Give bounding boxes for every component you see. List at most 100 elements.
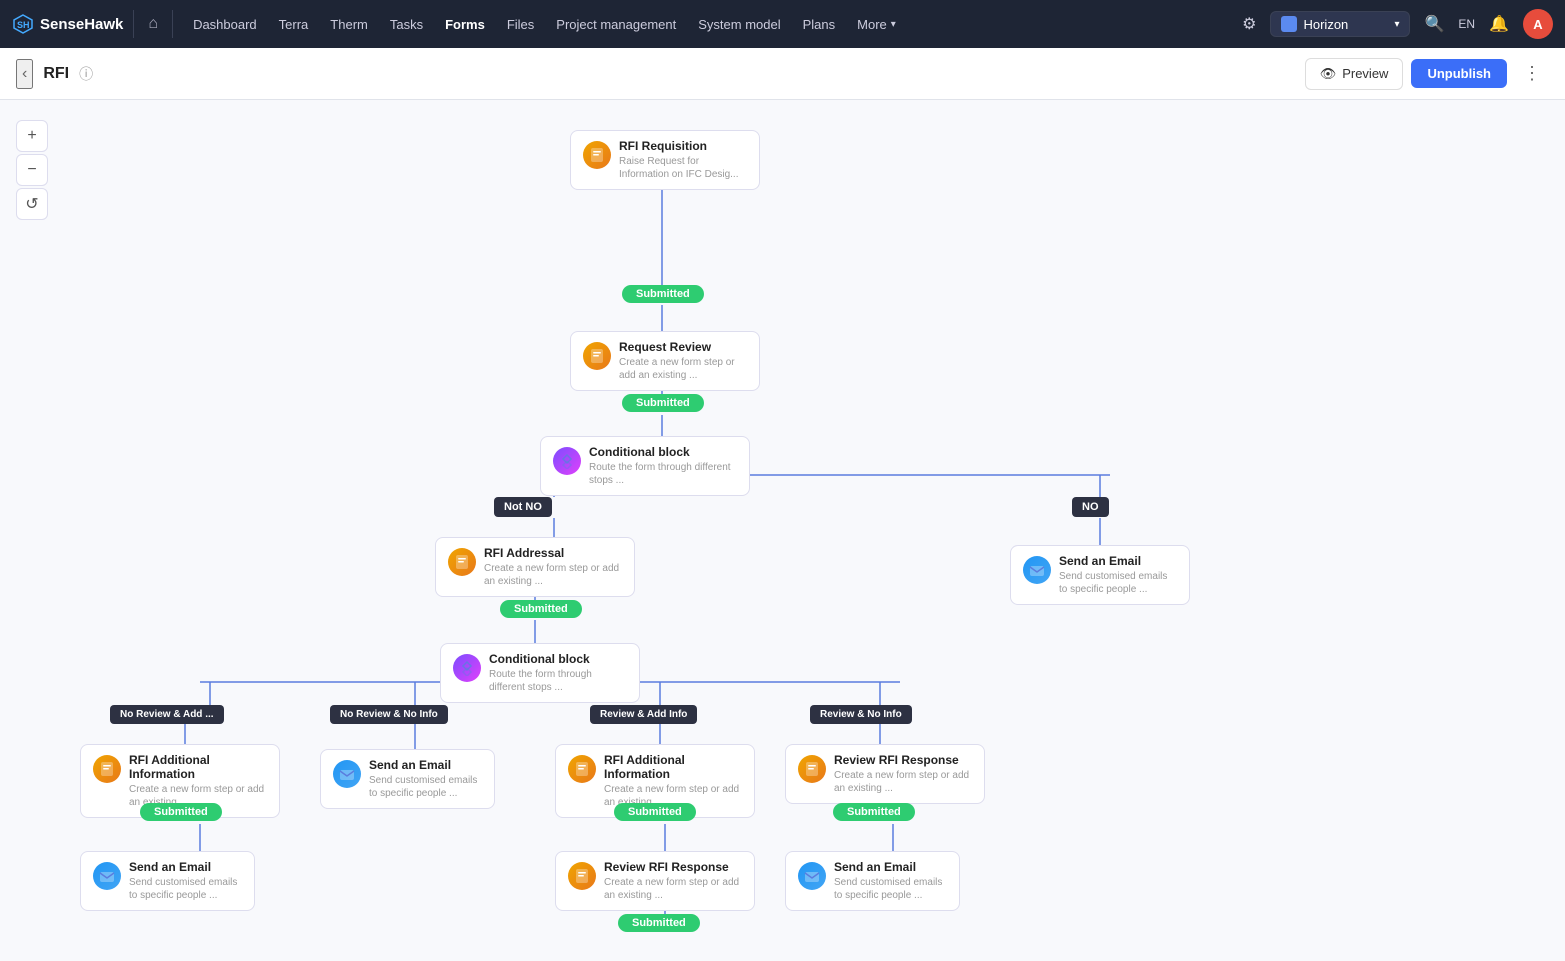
status-pill-submitted-3[interactable]: Submitted bbox=[500, 600, 582, 618]
cond-label-not-no[interactable]: Not NO bbox=[494, 497, 552, 517]
nav-right: ⚙ Horizon ▾ 🔍 EN 🔔 A bbox=[1236, 9, 1553, 39]
node-rfi-addressal[interactable]: RFI Addressal Create a new form step or … bbox=[435, 537, 635, 597]
eye-icon: 👁 bbox=[1320, 66, 1337, 82]
node-conditional-2[interactable]: Conditional block Route the form through… bbox=[440, 643, 640, 703]
node-content-13: Send an Email Send customised emails to … bbox=[834, 860, 947, 902]
nav-plans[interactable]: Plans bbox=[793, 11, 846, 38]
form-icon bbox=[583, 141, 611, 169]
node-content-8: Send an Email Send customised emails to … bbox=[369, 758, 482, 800]
node-desc-5: Send customised emails to specific peopl… bbox=[1059, 570, 1177, 596]
node-desc-3: Route the form through different stops .… bbox=[589, 461, 737, 487]
node-desc: Raise Request for Information on IFC Des… bbox=[619, 155, 747, 181]
search-icon[interactable]: 🔍 bbox=[1418, 10, 1450, 38]
info-icon[interactable]: ⓘ bbox=[79, 64, 93, 84]
node-send-email-2[interactable]: Send an Email Send customised emails to … bbox=[320, 749, 495, 809]
workspace-selector[interactable]: Horizon ▾ bbox=[1270, 11, 1410, 37]
status-pill-submitted-2[interactable]: Submitted bbox=[622, 394, 704, 412]
node-desc-11: Send customised emails to specific peopl… bbox=[129, 876, 242, 902]
form-icon-6 bbox=[798, 755, 826, 783]
nav-therm[interactable]: Therm bbox=[320, 11, 378, 38]
node-desc-8: Send customised emails to specific peopl… bbox=[369, 774, 482, 800]
node-content-2: Request Review Create a new form step or… bbox=[619, 340, 747, 382]
nav-tasks[interactable]: Tasks bbox=[380, 11, 433, 38]
language-badge[interactable]: EN bbox=[1458, 17, 1475, 31]
node-content-12: Review RFI Response Create a new form st… bbox=[604, 860, 742, 902]
node-content-7: RFI Additional Information Create a new … bbox=[129, 753, 267, 809]
preview-button[interactable]: 👁 Preview bbox=[1305, 58, 1404, 90]
flow-diagram: RFI Requisition Raise Request for Inform… bbox=[0, 100, 1565, 961]
node-content-11: Send an Email Send customised emails to … bbox=[129, 860, 242, 902]
canvas-area[interactable]: RFI Requisition Raise Request for Inform… bbox=[0, 100, 1565, 961]
avatar[interactable]: A bbox=[1523, 9, 1553, 39]
status-pill-submitted-7[interactable]: Submitted bbox=[618, 914, 700, 932]
node-title-4: RFI Addressal bbox=[484, 546, 622, 560]
cond-icon-2 bbox=[453, 654, 481, 682]
node-title-8: Send an Email bbox=[369, 758, 482, 772]
status-pill-submitted-6[interactable]: Submitted bbox=[833, 803, 915, 821]
nav-files[interactable]: Files bbox=[497, 11, 544, 38]
node-conditional-1[interactable]: Conditional block Route the form through… bbox=[540, 436, 750, 496]
email-icon-1 bbox=[1023, 556, 1051, 584]
chevron-down-icon: ▾ bbox=[891, 19, 896, 30]
node-title-12: Review RFI Response bbox=[604, 860, 742, 874]
node-content-3: Conditional block Route the form through… bbox=[589, 445, 737, 487]
node-desc-10: Create a new form step or add an existin… bbox=[834, 769, 972, 795]
node-desc-2: Create a new form step or add an existin… bbox=[619, 356, 747, 382]
svg-text:SH: SH bbox=[17, 20, 30, 30]
workspace-icon bbox=[1281, 16, 1297, 32]
status-pill-submitted-4[interactable]: Submitted bbox=[140, 803, 222, 821]
nav-dashboard[interactable]: Dashboard bbox=[183, 11, 267, 38]
nav-divider bbox=[133, 10, 134, 38]
node-title-5: Send an Email bbox=[1059, 554, 1177, 568]
node-send-email-3[interactable]: Send an Email Send customised emails to … bbox=[80, 851, 255, 911]
node-request-review[interactable]: Request Review Create a new form step or… bbox=[570, 331, 760, 391]
cond-label-review-add-info[interactable]: Review & Add Info bbox=[590, 705, 697, 724]
cond-label-no-review-add[interactable]: No Review & Add ... bbox=[110, 705, 224, 724]
nav-forms[interactable]: Forms bbox=[435, 11, 495, 38]
home-icon[interactable]: ⌂ bbox=[144, 11, 162, 37]
cond-label-review-no-info[interactable]: Review & No Info bbox=[810, 705, 912, 724]
node-rfi-requisition[interactable]: RFI Requisition Raise Request for Inform… bbox=[570, 130, 760, 190]
nav-terra[interactable]: Terra bbox=[269, 11, 319, 38]
form-icon-5 bbox=[568, 755, 596, 783]
node-title-7: RFI Additional Information bbox=[129, 753, 267, 781]
zoom-out-button[interactable]: − bbox=[16, 154, 48, 186]
node-send-email-1[interactable]: Send an Email Send customised emails to … bbox=[1010, 545, 1190, 605]
node-title-11: Send an Email bbox=[129, 860, 242, 874]
cond-label-no[interactable]: NO bbox=[1072, 497, 1109, 517]
nav-project-management[interactable]: Project management bbox=[546, 11, 686, 38]
status-pill-submitted-1[interactable]: Submitted bbox=[622, 285, 704, 303]
node-desc-6: Route the form through different stops .… bbox=[489, 668, 627, 694]
back-button[interactable]: ‹ bbox=[16, 59, 33, 89]
subheader: ‹ RFI ⓘ 👁 Preview Unpublish ⋮ bbox=[0, 48, 1565, 100]
form-icon-2 bbox=[583, 342, 611, 370]
node-content-4: RFI Addressal Create a new form step or … bbox=[484, 546, 622, 588]
node-title-6: Conditional block bbox=[489, 652, 627, 666]
top-navigation: SH SenseHawk ⌂ Dashboard Terra Therm Tas… bbox=[0, 0, 1565, 48]
settings-icon[interactable]: ⚙ bbox=[1236, 10, 1262, 38]
kebab-menu-button[interactable]: ⋮ bbox=[1515, 59, 1549, 88]
node-desc-13: Send customised emails to specific peopl… bbox=[834, 876, 947, 902]
node-content-10: Review RFI Response Create a new form st… bbox=[834, 753, 972, 795]
node-send-email-4[interactable]: Send an Email Send customised emails to … bbox=[785, 851, 960, 911]
zoom-controls: + − ↺ bbox=[16, 120, 48, 220]
nav-more[interactable]: More ▾ bbox=[847, 11, 906, 38]
logo[interactable]: SH SenseHawk bbox=[12, 13, 123, 35]
node-content-6: Conditional block Route the form through… bbox=[489, 652, 627, 694]
node-content-9: RFI Additional Information Create a new … bbox=[604, 753, 742, 809]
node-content-5: Send an Email Send customised emails to … bbox=[1059, 554, 1177, 596]
node-title-9: RFI Additional Information bbox=[604, 753, 742, 781]
status-pill-submitted-5[interactable]: Submitted bbox=[614, 803, 696, 821]
cond-label-no-review-no-info[interactable]: No Review & No Info bbox=[330, 705, 448, 724]
unpublish-button[interactable]: Unpublish bbox=[1411, 59, 1507, 88]
node-title-13: Send an Email bbox=[834, 860, 947, 874]
node-desc-4: Create a new form step or add an existin… bbox=[484, 562, 622, 588]
email-icon-2 bbox=[333, 760, 361, 788]
notification-icon[interactable]: 🔔 bbox=[1483, 10, 1515, 38]
zoom-reset-button[interactable]: ↺ bbox=[16, 188, 48, 220]
nav-system-model[interactable]: System model bbox=[688, 11, 790, 38]
form-icon-3 bbox=[448, 548, 476, 576]
node-review-rfi-1[interactable]: Review RFI Response Create a new form st… bbox=[785, 744, 985, 804]
node-review-rfi-2[interactable]: Review RFI Response Create a new form st… bbox=[555, 851, 755, 911]
zoom-in-button[interactable]: + bbox=[16, 120, 48, 152]
